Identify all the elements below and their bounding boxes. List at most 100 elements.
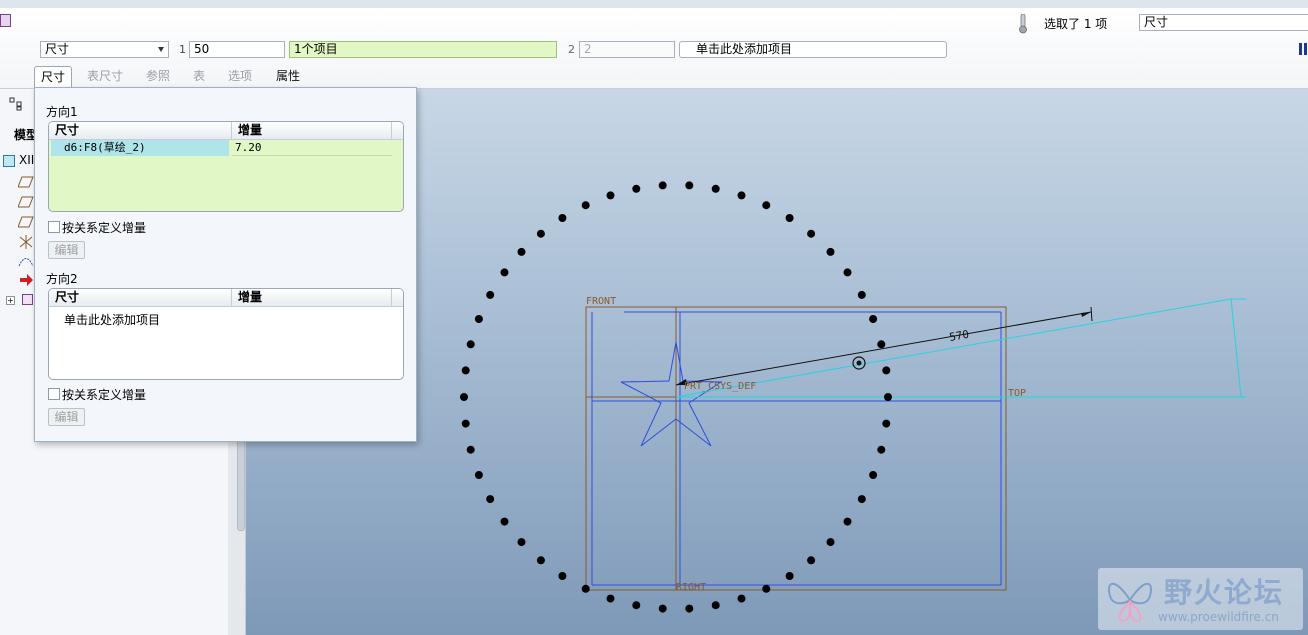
pattern-instance-dot[interactable] — [461, 366, 470, 375]
selection-filter-dropdown[interactable]: 尺寸 — [1139, 14, 1308, 31]
pattern-instance-dot[interactable] — [536, 556, 545, 565]
pattern-instance-dot[interactable] — [762, 201, 771, 210]
direction1-edit-button[interactable]: 编辑 — [48, 241, 85, 259]
pattern-type-dropdown[interactable]: 尺寸 — [40, 41, 169, 58]
direction2-table[interactable]: 尺寸 增量 单击此处添加项目 — [48, 288, 404, 380]
table-header: 尺寸 增量 — [49, 122, 403, 140]
pattern-instance-dot[interactable] — [466, 340, 475, 349]
pattern-instance-dot[interactable] — [807, 556, 816, 565]
direction2-relation-checkbox[interactable]: 按关系定义增量 — [48, 387, 146, 403]
datum-plane-icon[interactable] — [17, 176, 34, 191]
direction2-count-input[interactable]: 2 — [579, 41, 675, 58]
selection-filter-value: 尺寸 — [1144, 15, 1169, 29]
pattern-instance-dot[interactable] — [869, 471, 878, 479]
pattern-feature-icon[interactable] — [22, 294, 33, 305]
direction2-add-item[interactable]: 单击此处添加项目 — [64, 311, 160, 328]
pattern-instance-dot[interactable] — [581, 584, 590, 593]
pattern-instance-dot[interactable] — [486, 495, 495, 504]
pattern-instance-dot[interactable] — [486, 290, 495, 299]
watermark-url: www.proewildfire.cn — [1158, 610, 1279, 624]
pattern-instance-dot[interactable] — [517, 538, 526, 547]
datum-plane-icon[interactable] — [17, 216, 34, 231]
row-dimension-cell[interactable]: d6:F8(草绘_2) — [51, 140, 229, 156]
pattern-instance-dot[interactable] — [882, 366, 891, 375]
checkbox[interactable] — [48, 221, 60, 233]
pattern-type-value: 尺寸 — [45, 42, 70, 56]
pattern-instance-dot[interactable] — [857, 495, 866, 504]
direction1-items-collector[interactable]: 1个项目 — [289, 41, 557, 58]
pattern-instance-dot[interactable] — [606, 191, 615, 200]
direction2-items-collector[interactable]: 单击此处添加项目 — [679, 41, 947, 58]
expand-icon[interactable]: + — [6, 296, 15, 305]
tab-properties[interactable]: 属性 — [270, 66, 306, 86]
star-sketch[interactable] — [620, 341, 723, 447]
pattern-dashboard: 尺寸 1 50 1个项目 2 2 单击此处添加项目 选取了 1 项 尺寸 尺寸 … — [0, 8, 1308, 89]
sketch-icon[interactable] — [18, 255, 34, 270]
direction2-edit-button[interactable]: 编辑 — [48, 408, 85, 426]
tab-dimensions[interactable]: 尺寸 — [34, 66, 73, 87]
pattern-instance-dot[interactable] — [857, 290, 866, 299]
direction1-title: 方向1 — [46, 105, 78, 119]
pattern-instance-dot[interactable] — [536, 229, 545, 238]
pattern-instance-dot[interactable] — [843, 268, 852, 277]
pattern-instance-dot[interactable] — [685, 181, 694, 190]
direction1-table[interactable]: 尺寸 增量 d6:F8(草绘_2) 7.20 — [48, 121, 404, 212]
pattern-instance-dot[interactable] — [826, 538, 835, 547]
pattern-instance-dot[interactable] — [711, 601, 720, 610]
pattern-instance-dot[interactable] — [500, 268, 509, 277]
pause-icon[interactable] — [1299, 43, 1307, 55]
insert-here-arrow-icon[interactable] — [20, 274, 34, 289]
pattern-instance-dot[interactable] — [877, 445, 886, 454]
datum-label-right: RIGHT — [676, 582, 706, 593]
pattern-instance-dot[interactable] — [474, 315, 483, 323]
direction1-items-text: 1个项目 — [294, 42, 338, 56]
direction1-relation-checkbox[interactable]: 按关系定义增量 — [48, 220, 146, 236]
pattern-instance-dot[interactable] — [785, 214, 794, 222]
pattern-instance-dot[interactable] — [500, 517, 509, 526]
pattern-instance-dot[interactable] — [658, 181, 667, 190]
checkbox[interactable] — [48, 388, 60, 400]
table-row[interactable]: d6:F8(草绘_2) 7.20 — [49, 140, 403, 156]
pattern-instance-dot[interactable] — [632, 601, 641, 610]
pattern-instance-dot[interactable] — [461, 419, 470, 428]
pattern-instance-dot[interactable] — [460, 393, 468, 401]
pattern-instance-dot[interactable] — [869, 315, 878, 323]
pattern-instance-dot[interactable] — [558, 214, 567, 222]
direction1-label: 1 — [179, 43, 186, 56]
pattern-instance-dot[interactable] — [474, 471, 483, 479]
pattern-instance-dot[interactable] — [807, 229, 816, 238]
tree-root-label[interactable]: XII — [19, 153, 34, 167]
pattern-instance-dot[interactable] — [658, 604, 667, 613]
pattern-instance-dot[interactable] — [466, 445, 475, 454]
pattern-instance-dot[interactable] — [581, 201, 590, 210]
csys-label: PRT_CSYS_DEF — [684, 381, 756, 392]
pattern-instance-dot[interactable] — [762, 584, 771, 593]
tab-options[interactable]: 选项 — [222, 66, 258, 86]
tab-table[interactable]: 表 — [187, 66, 211, 86]
pattern-instance-dot[interactable] — [843, 517, 852, 526]
pattern-instance-dot[interactable] — [877, 340, 886, 349]
pattern-instance-dot[interactable] — [737, 594, 746, 603]
datum-plane-icon[interactable] — [17, 196, 34, 211]
direction1-count-input[interactable]: 50 — [189, 41, 285, 58]
tab-table-dimensions[interactable]: 表尺寸 — [81, 66, 129, 86]
coordinate-system-icon[interactable] — [18, 235, 34, 252]
pattern-instance-dot[interactable] — [606, 594, 615, 603]
pattern-instance-dot[interactable] — [558, 572, 567, 580]
pattern-instance-dot[interactable] — [737, 191, 746, 200]
pattern-instance-dot[interactable] — [785, 572, 794, 580]
row-increment-cell[interactable]: 7.20 — [232, 140, 392, 156]
dimension-text[interactable]: 570 — [948, 328, 970, 344]
pattern-instance-dot[interactable] — [517, 247, 526, 256]
dimensions-panel: 方向1 尺寸 增量 d6:F8(草绘_2) 7.20 按关系定义增量 编辑 方向… — [34, 87, 417, 442]
pattern-instance-dot[interactable] — [826, 247, 835, 256]
tree-view-icon[interactable] — [9, 97, 23, 111]
pattern-instance-dot[interactable] — [632, 184, 641, 193]
pattern-instance-dot[interactable] — [685, 604, 694, 613]
pattern-instance-dot[interactable] — [711, 184, 720, 193]
pattern-instance-dot[interactable] — [882, 419, 891, 428]
checkbox-label: 按关系定义增量 — [62, 388, 147, 402]
tab-references[interactable]: 参照 — [140, 66, 176, 86]
pattern-icon[interactable] — [0, 14, 11, 27]
pattern-instance-dot[interactable] — [884, 393, 892, 401]
